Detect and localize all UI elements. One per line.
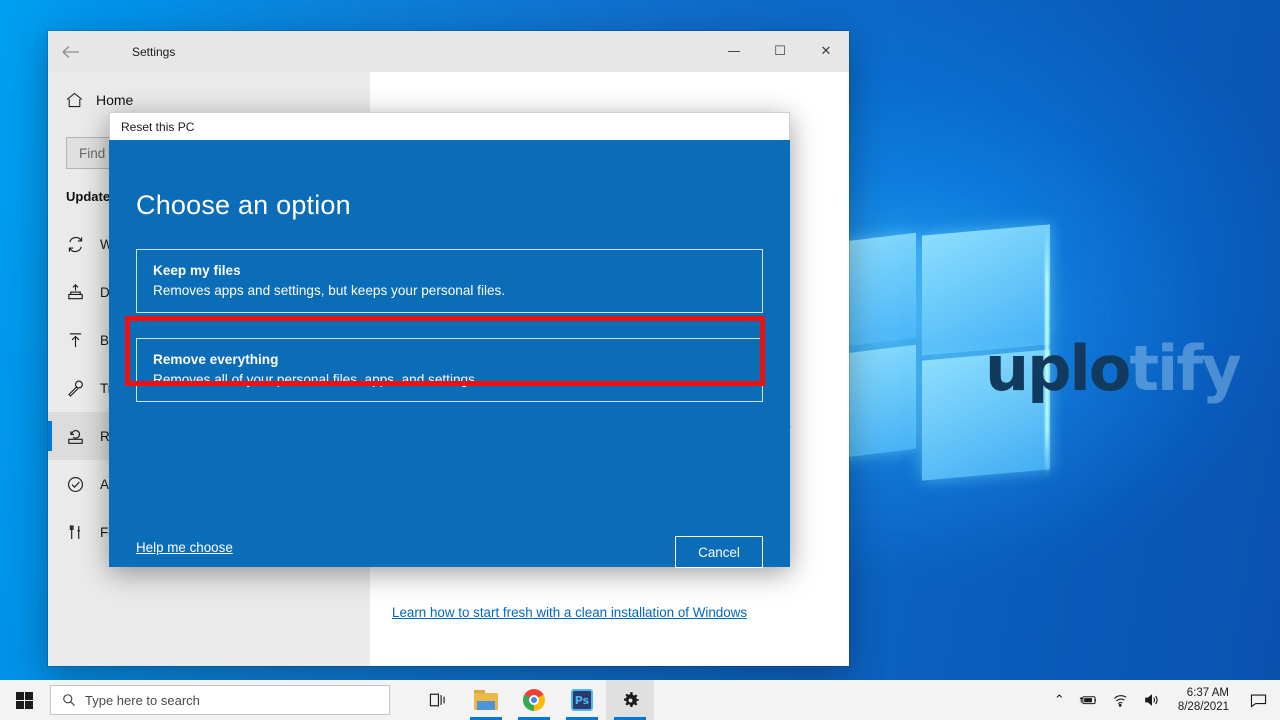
- start-button[interactable]: [0, 680, 48, 720]
- maximize-button[interactable]: ☐: [757, 31, 803, 72]
- system-tray: ⌃ 6:37 AM 8/28/2021: [1047, 680, 1280, 720]
- delivery-icon: [66, 283, 100, 302]
- learn-clean-install-link[interactable]: Learn how to start fresh with a clean in…: [392, 605, 747, 620]
- speaker-icon[interactable]: [1136, 680, 1168, 720]
- option-remove-everything[interactable]: Remove everything Removes all of your pe…: [136, 338, 763, 402]
- dialog-title-bar: Reset this PC: [109, 112, 790, 140]
- task-view-icon: [429, 692, 447, 708]
- windows-start-icon: [15, 691, 33, 709]
- option-keep-my-files-wrap: Keep my files Removes apps and settings,…: [136, 249, 763, 313]
- home-icon: [66, 92, 96, 108]
- file-explorer-button[interactable]: [462, 680, 510, 720]
- tools-icon: [66, 523, 100, 542]
- photoshop-icon: Ps: [571, 689, 593, 711]
- clock-date: 8/28/2021: [1177, 701, 1229, 713]
- settings-window-title: Settings: [132, 44, 176, 59]
- option-remove-everything-title: Remove everything: [153, 352, 279, 367]
- wifi-icon[interactable]: [1105, 680, 1136, 720]
- dialog-heading: Choose an option: [136, 190, 351, 220]
- wrench-icon: [66, 379, 100, 398]
- option-remove-everything-description: Removes all of your personal files, apps…: [153, 372, 479, 387]
- option-keep-my-files-description: Removes apps and settings, but keeps you…: [153, 283, 506, 298]
- window-controls: — ☐ ✕: [711, 31, 849, 72]
- close-button[interactable]: ✕: [803, 31, 849, 72]
- taskbar-search-input[interactable]: [85, 692, 389, 708]
- upload-arrow-icon: [66, 331, 100, 350]
- check-circle-icon: [66, 475, 100, 494]
- option-remove-everything-wrap: Remove everything Removes all of your pe…: [136, 338, 763, 402]
- search-icon: [62, 693, 76, 707]
- cancel-button[interactable]: Cancel: [675, 536, 763, 568]
- watermark-text-dark: uplo: [985, 332, 1131, 405]
- settings-taskbar-button[interactable]: [606, 680, 654, 720]
- taskbar-app-icons: Ps: [414, 680, 654, 720]
- watermark-text-light: tify: [1129, 332, 1241, 405]
- wallpaper-watermark: uplotify: [985, 332, 1242, 405]
- settings-title-bar: Settings — ☐ ✕: [48, 31, 849, 72]
- recovery-icon: [66, 427, 100, 446]
- task-view-button[interactable]: [414, 680, 462, 720]
- clock-time: 6:37 AM: [1186, 686, 1229, 699]
- reset-this-pc-dialog: Reset this PC Choose an option Keep my f…: [109, 112, 790, 568]
- photoshop-button[interactable]: Ps: [558, 680, 606, 720]
- google-chrome-button[interactable]: [510, 680, 558, 720]
- gear-icon: [620, 690, 641, 711]
- dialog-body: Choose an option Keep my files Removes a…: [109, 140, 790, 568]
- tray-chevron-up-icon[interactable]: ⌃: [1047, 680, 1072, 720]
- dialog-title: Reset this PC: [121, 119, 195, 134]
- option-keep-my-files-title: Keep my files: [153, 263, 241, 278]
- taskbar-search-box[interactable]: [50, 685, 390, 715]
- notification-icon[interactable]: [1241, 680, 1280, 720]
- taskbar-clock[interactable]: 6:37 AM 8/28/2021: [1168, 680, 1241, 720]
- chrome-icon: [523, 689, 545, 711]
- folder-icon: [474, 690, 498, 710]
- back-arrow-icon[interactable]: [48, 31, 94, 72]
- minimize-button[interactable]: —: [711, 31, 757, 72]
- sidebar-home-label: Home: [96, 92, 134, 108]
- taskbar: Ps ⌃: [0, 680, 1280, 720]
- option-keep-my-files[interactable]: Keep my files Removes apps and settings,…: [136, 249, 763, 313]
- refresh-icon: [66, 235, 100, 254]
- help-me-choose-link[interactable]: Help me choose: [136, 540, 233, 555]
- battery-charging-icon[interactable]: [1072, 680, 1105, 720]
